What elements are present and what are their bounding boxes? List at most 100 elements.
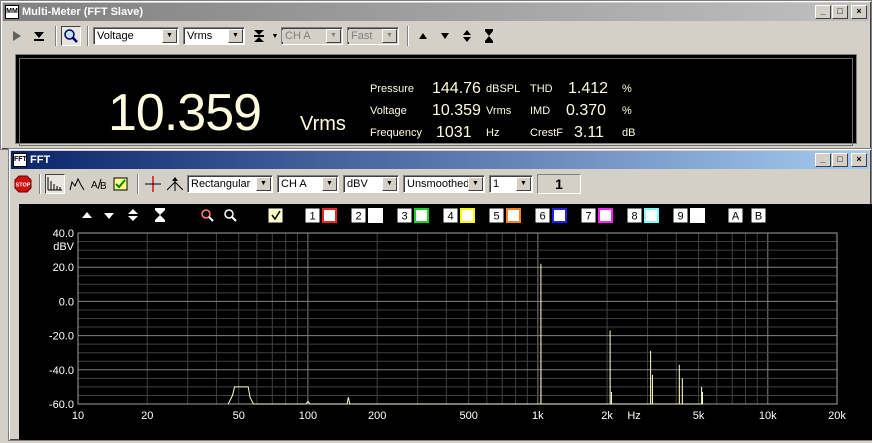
fft-chart[interactable]: 1 2 3 4 5 6 7 8 9 A B 10 20 50 100 200 500 1k 2k 5k 10k 20k H… (19, 204, 872, 440)
chevron-down-icon[interactable]: ▼ (382, 177, 397, 191)
plot-fit-icon[interactable] (155, 208, 165, 222)
trace-button-2[interactable]: 2 (351, 208, 383, 223)
fft-unit-select[interactable]: dBV ▼ (343, 175, 399, 193)
plot-scale-down-icon[interactable] (104, 213, 114, 219)
chevron-down-icon[interactable]: ▼ (256, 177, 271, 191)
plot-toolbar (82, 208, 283, 223)
average-count-box: 1 (537, 174, 581, 194)
x-tick-label: 10k (759, 410, 777, 422)
scale-expand-button[interactable] (457, 26, 477, 46)
chevron-down-icon[interactable]: ▼ (326, 29, 341, 43)
speed-select[interactable]: Fast ▼ (347, 27, 399, 45)
stop-label: STOP (16, 183, 31, 189)
channel-select-value: CH A (282, 30, 326, 42)
maximize-button[interactable]: □ (832, 5, 848, 19)
svg-text:A: A (91, 180, 98, 191)
zoom-button[interactable] (61, 26, 81, 46)
readout-unit: % (622, 83, 632, 95)
x-tick-label: 5k (693, 410, 705, 422)
scale-fit-button[interactable] (479, 26, 499, 46)
readout-value: 144.76 (432, 80, 481, 97)
cursor-button[interactable] (143, 174, 163, 194)
chevron-down-icon[interactable]: ▼ (468, 177, 483, 191)
checklist-icon (113, 177, 128, 191)
y-tick-label: -60.0 (49, 399, 74, 411)
peak-marker-button[interactable] (165, 174, 185, 194)
trace-number: 3 (401, 211, 407, 223)
fft-plot-area[interactable]: 1 2 3 4 5 6 7 8 9 A B 10 20 50 100 200 500 1k 2k 5k 10k 20k H… (19, 204, 872, 440)
readout-label: Frequency (370, 127, 422, 139)
chevron-down-icon[interactable]: ▼ (228, 29, 243, 43)
window-function-select[interactable]: Rectangular ▼ (187, 175, 273, 193)
fft-unit-value: dBV (347, 178, 368, 190)
trace-color-checkbox (552, 208, 567, 223)
unit-select[interactable]: Vrms ▼ (183, 27, 245, 45)
zoom-out-icon[interactable] (224, 209, 237, 222)
average-count: 1 (555, 176, 563, 192)
chevron-down-icon[interactable]: ▼ (322, 177, 337, 191)
zoom-in-icon[interactable] (201, 209, 214, 222)
scale-down-button[interactable] (435, 26, 455, 46)
multimeter-titlebar[interactable]: MM Multi-Meter (FFT Slave) _ □ × (3, 3, 869, 21)
trace-button-3[interactable]: 3 (397, 208, 429, 223)
scale-up-button[interactable] (413, 26, 433, 46)
trace-color-checkbox (690, 208, 705, 223)
ab-compare-button[interactable]: AB (89, 174, 109, 194)
magnifier-icon (64, 29, 78, 43)
main-reading-unit: Vrms (300, 113, 346, 135)
plot-scale-up-icon[interactable] (82, 212, 92, 218)
x-tick-label: 10 (72, 410, 84, 422)
marker-letter: A (732, 211, 740, 223)
checklist-button[interactable] (111, 174, 131, 194)
fft-titlebar[interactable]: FFT FFT _ □ × (11, 151, 869, 169)
stop-button[interactable]: STOP (13, 174, 33, 194)
chevron-down-icon[interactable]: ▼ (516, 177, 531, 191)
trace-button-1[interactable]: 1 (305, 208, 337, 223)
maximize-button[interactable]: □ (832, 153, 848, 167)
trace-button-5[interactable]: 5 (489, 208, 521, 223)
y-axis-label: dBV (53, 241, 74, 253)
function-select[interactable]: Voltage ▼ (93, 27, 179, 45)
range-button[interactable] (249, 26, 269, 46)
line-mode-button[interactable] (67, 174, 87, 194)
smoothing-value: Unsmoothed (407, 178, 468, 190)
step-down-button[interactable] (29, 26, 49, 46)
multimeter-app-icon: MM (5, 5, 19, 19)
minimize-button[interactable]: _ (815, 5, 831, 19)
chevron-down-icon[interactable]: ▼ (382, 29, 397, 43)
trace-color-checkbox (644, 208, 659, 223)
main-trace-checkbox[interactable] (268, 208, 283, 223)
plot-up-down-icon[interactable] (128, 209, 138, 221)
fit-icon (485, 29, 493, 43)
trace-button-4[interactable]: 4 (443, 208, 475, 223)
readout-unit: Hz (486, 127, 500, 139)
readout-label: Voltage (370, 105, 407, 117)
bar-mode-button[interactable] (45, 174, 65, 194)
channel-select[interactable]: CH A ▼ (281, 27, 343, 45)
trace-button-9[interactable]: 9 (673, 208, 705, 223)
fft-channel-select[interactable]: CH A ▼ (277, 175, 339, 193)
trace-button-7[interactable]: 7 (581, 208, 613, 223)
readout-label: Pressure (370, 83, 415, 95)
minimize-button[interactable]: _ (815, 153, 831, 167)
close-button[interactable]: × (851, 153, 867, 167)
readout-value: 3.11 (574, 124, 604, 141)
marker-button-B[interactable]: B (751, 208, 766, 223)
marker-button-A[interactable]: A (728, 208, 743, 223)
trace-button-6[interactable]: 6 (535, 208, 567, 223)
x-axis-unit: Hz (627, 410, 640, 422)
range-dropdown[interactable]: ▼ (271, 26, 279, 46)
up-down-icon (463, 30, 471, 42)
meter-display: 10.359 Vrms Pressure 144.76 dBSPL Voltag… (15, 54, 857, 146)
smoothing-select[interactable]: Unsmoothed ▼ (403, 175, 485, 193)
trace-number: 8 (631, 211, 637, 223)
average-select[interactable]: 1 ▼ (489, 175, 533, 193)
crosshair-icon (145, 176, 161, 192)
trace-button-8[interactable]: 8 (627, 208, 659, 223)
unit-select-value: Vrms (187, 30, 213, 42)
close-button[interactable]: × (851, 5, 867, 19)
play-button[interactable] (7, 26, 27, 46)
chevron-down-icon[interactable]: ▼ (162, 29, 177, 43)
speed-select-value: Fast (348, 30, 382, 42)
trace-color-checkbox (460, 208, 475, 223)
